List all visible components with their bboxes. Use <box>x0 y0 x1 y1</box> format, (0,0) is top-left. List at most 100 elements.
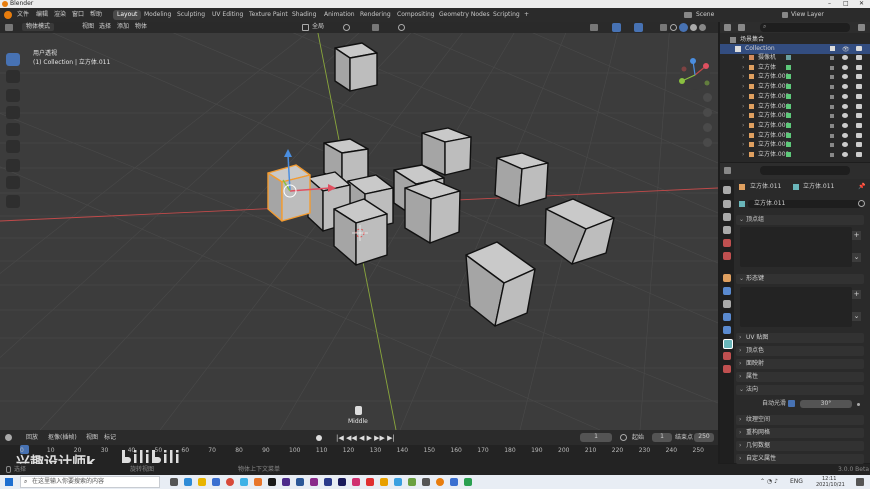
expand-arrow-icon[interactable]: › <box>742 141 744 149</box>
properties-search-input[interactable] <box>760 166 850 175</box>
properties-type-icon[interactable] <box>724 167 731 174</box>
close-button[interactable]: ✕ <box>859 0 864 8</box>
visibility-eye-icon[interactable] <box>842 142 848 148</box>
scale-tool-icon[interactable] <box>6 123 20 136</box>
particles-tab-icon[interactable] <box>723 300 731 308</box>
edge-icon[interactable] <box>184 478 192 486</box>
render-camera-icon[interactable] <box>856 142 862 148</box>
scene-name[interactable]: Scene <box>696 11 714 19</box>
menu-view[interactable]: 视图 <box>82 23 94 31</box>
panel-face-maps[interactable]: › 面映射 <box>736 359 864 369</box>
outliner-item[interactable]: › 立方体.004 <box>720 102 870 112</box>
app-icon-13[interactable] <box>408 478 416 486</box>
fake-user-icon[interactable] <box>858 200 865 207</box>
menu-select[interactable]: 选择 <box>99 23 111 31</box>
expand-arrow-icon[interactable]: › <box>742 112 744 120</box>
app-icon-11[interactable] <box>380 478 388 486</box>
editor-type-icon[interactable] <box>5 24 13 31</box>
expand-arrow-icon[interactable]: › <box>742 103 744 111</box>
mode-dropdown[interactable]: 物体模式 <box>22 23 55 31</box>
system-tray-icons[interactable]: ⌃ ◔ ♪ <box>760 478 778 486</box>
visibility-eye-icon[interactable] <box>842 93 848 99</box>
shape-key-menu-icon[interactable]: ⌄ <box>852 312 861 321</box>
menu-object[interactable]: 物体 <box>135 23 147 31</box>
filter-toggle-icon[interactable] <box>830 114 834 119</box>
notification-icon[interactable] <box>856 478 864 486</box>
pan-hand-icon[interactable] <box>703 108 712 117</box>
transform-orientation-icon[interactable] <box>302 24 309 31</box>
explorer-icon[interactable] <box>198 478 206 486</box>
mesh-data-icon[interactable] <box>786 113 791 119</box>
filter-toggle-icon[interactable] <box>830 133 834 138</box>
chrome-icon[interactable] <box>226 478 234 486</box>
visibility-icon[interactable] <box>590 24 598 31</box>
tab-modeling[interactable]: Modeling <box>140 10 175 20</box>
filter-toggle-icon[interactable] <box>830 143 834 148</box>
panel-attributes[interactable]: › 属性 <box>736 372 864 382</box>
app-icon-3[interactable] <box>268 478 276 486</box>
view-layer-icon[interactable] <box>782 12 788 18</box>
expand-arrow-icon[interactable]: › <box>742 122 744 130</box>
render-camera-icon[interactable] <box>856 152 862 157</box>
mesh-data-icon[interactable] <box>786 84 791 90</box>
mesh-data-icon[interactable] <box>786 142 791 148</box>
render-camera-icon[interactable] <box>856 84 862 90</box>
mesh-data-tab-icon[interactable] <box>723 339 733 349</box>
tab-scripting[interactable]: Scripting <box>489 10 524 20</box>
transform-tool-icon[interactable] <box>6 140 20 153</box>
cursor-tool-icon[interactable] <box>6 70 20 83</box>
timeline-menu-view[interactable]: 视图 <box>86 434 98 442</box>
3d-viewport[interactable]: 用户透视 (1) Collection | 立方体.011 Middle <box>0 33 718 430</box>
proportional-edit-icon[interactable] <box>398 24 405 31</box>
panel-shape-keys[interactable]: ⌄ 形态键 <box>736 274 864 284</box>
expand-arrow-icon[interactable]: › <box>742 132 744 140</box>
add-cube-tool-icon[interactable] <box>6 195 20 208</box>
language-indicator[interactable]: ENG <box>790 478 803 486</box>
tab-sculpting[interactable]: Sculpting <box>173 10 209 20</box>
mesh-data-icon[interactable] <box>786 132 791 138</box>
outliner-item[interactable]: › 立方体.009 <box>720 150 870 160</box>
visibility-eye-icon[interactable] <box>842 55 848 60</box>
modifier-tab-icon[interactable] <box>723 287 731 295</box>
render-tab-icon[interactable] <box>723 200 731 208</box>
panel-texture-space[interactable]: › 纹理空间 <box>736 415 864 425</box>
mesh-data-icon[interactable] <box>786 122 791 128</box>
menu-add[interactable]: 添加 <box>117 23 129 31</box>
outliner-item[interactable]: › 立方体.007 <box>720 131 870 141</box>
physics-tab-icon[interactable] <box>723 313 731 321</box>
mesh-data-icon[interactable] <box>786 64 791 70</box>
minimize-button[interactable]: – <box>828 0 831 8</box>
render-camera-icon[interactable] <box>856 55 862 60</box>
keyframe-dot-icon[interactable] <box>857 403 860 406</box>
tab-compositing[interactable]: Compositing <box>393 10 439 20</box>
shape-keys-list[interactable] <box>740 287 852 327</box>
expand-arrow-icon[interactable]: › <box>742 93 744 101</box>
perspective-toggle-icon[interactable] <box>703 138 712 147</box>
visibility-eye-icon[interactable] <box>842 122 848 128</box>
measure-tool-icon[interactable] <box>6 176 20 189</box>
app-icon-6[interactable] <box>310 478 318 486</box>
tab-shading[interactable]: Shading <box>288 10 320 20</box>
constraints-tab-icon[interactable] <box>723 326 731 334</box>
app-icon-2[interactable] <box>254 478 262 486</box>
outliner-item[interactable]: › 立方体.001 <box>720 72 870 82</box>
task-view-icon[interactable] <box>170 478 178 486</box>
scene-icon[interactable] <box>684 12 692 18</box>
store-icon[interactable] <box>212 478 220 486</box>
outliner-item[interactable]: › 立方体.003 <box>720 92 870 102</box>
outliner-item[interactable]: › 立方体.002 <box>720 82 870 92</box>
panel-custom-properties[interactable]: › 自定义属性 <box>736 454 864 464</box>
expand-arrow-icon[interactable]: › <box>742 54 744 62</box>
snap-icon[interactable] <box>372 24 379 31</box>
collection-checkbox[interactable] <box>830 46 835 51</box>
move-tool-icon[interactable] <box>6 89 20 102</box>
tab-rendering[interactable]: Rendering <box>356 10 395 20</box>
vertex-group-add-button[interactable]: + <box>852 231 861 240</box>
shading-rendered-icon[interactable] <box>699 24 706 31</box>
filter-toggle-icon[interactable] <box>830 56 834 60</box>
app-icon-16[interactable] <box>464 478 472 486</box>
app-icon-14[interactable] <box>422 478 430 486</box>
render-camera-icon[interactable] <box>856 74 862 80</box>
panel-uv-maps[interactable]: › UV 贴图 <box>736 333 864 343</box>
panel-normals[interactable]: ⌄ 法向 <box>736 385 864 395</box>
